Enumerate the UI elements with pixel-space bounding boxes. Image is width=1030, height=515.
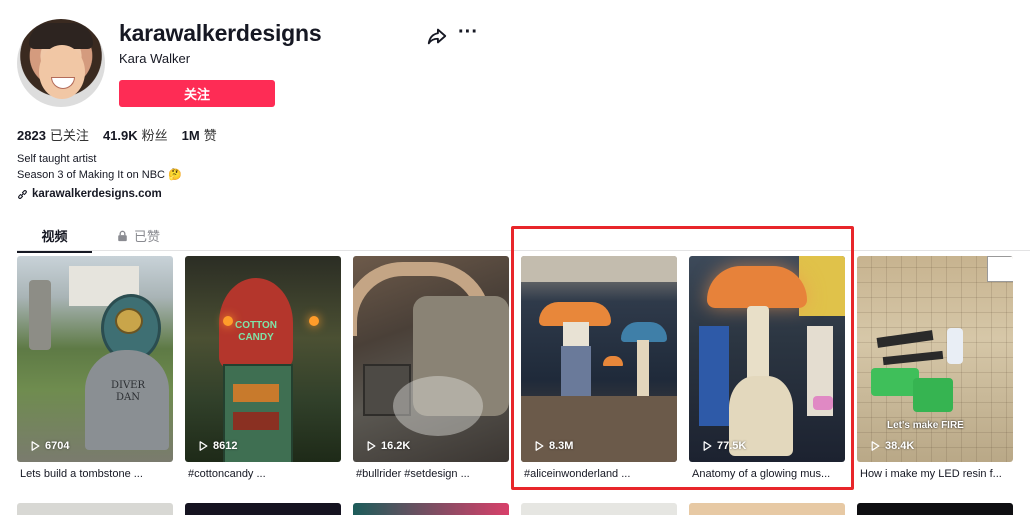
tab-liked-label: 已赞 <box>134 229 161 244</box>
view-count: 77.5K <box>703 440 746 452</box>
stat-likes-value: 1M <box>181 128 200 143</box>
view-count: 38.4K <box>871 440 914 452</box>
tab-liked[interactable]: 已赞 <box>117 226 160 245</box>
stat-following-value: 2823 <box>17 128 46 143</box>
video-caption[interactable]: #cottoncandy ... <box>188 468 338 480</box>
tab-videos[interactable]: 视频 <box>17 226 92 253</box>
bio-line-1: Self taught artist <box>17 153 97 165</box>
video-thumbnail-row2[interactable] <box>185 503 341 515</box>
more-options-icon[interactable]: ··· <box>457 22 479 47</box>
video-thumbnail[interactable]: Let's make FIRE <box>857 256 1013 462</box>
profile-tabs: 视频 已赞 <box>17 222 1030 253</box>
video-caption[interactable]: Anatomy of a glowing mus... <box>692 468 842 480</box>
play-icon <box>703 441 712 451</box>
thinking-emoji: 🤔 <box>168 169 182 181</box>
view-count: 6704 <box>31 440 69 452</box>
bio-line-2-text: Season 3 of Making It on NBC <box>17 169 165 181</box>
profile-bio: Self taught artist Season 3 of Making It… <box>17 151 182 183</box>
play-icon <box>31 441 40 451</box>
video-thumbnail-row2[interactable] <box>17 503 173 515</box>
stat-following-label: 已关注 <box>49 128 89 143</box>
view-count: 8.3M <box>535 440 573 452</box>
view-count-value: 16.2K <box>381 440 411 452</box>
video-thumbnail-row2[interactable] <box>689 503 845 515</box>
video-thumbnail-row2[interactable] <box>353 503 509 515</box>
view-count-value: 6704 <box>45 440 70 452</box>
video-caption[interactable]: Lets build a tombstone ... <box>20 468 170 480</box>
play-icon <box>199 441 208 451</box>
stat-followers-label: 粉丝 <box>141 128 168 143</box>
view-count-value: 8.3M <box>549 440 574 452</box>
view-count: 8612 <box>199 440 237 452</box>
view-count-value: 77.5K <box>717 440 747 452</box>
cotton-candy-sign: COTTON CANDY <box>234 320 278 343</box>
video-caption[interactable]: How i make my LED resin f... <box>860 468 1010 480</box>
share-icon[interactable] <box>426 25 448 47</box>
link-icon <box>18 189 27 199</box>
profile-nickname: Kara Walker <box>119 51 191 66</box>
play-icon <box>367 441 376 451</box>
video-caption[interactable]: #bullrider #setdesign ... <box>356 468 506 480</box>
view-count-value: 8612 <box>213 440 238 452</box>
tombstone-text: DIVER DAN <box>110 380 146 403</box>
video-thumbnail-row2[interactable] <box>857 503 1013 515</box>
resin-overlay-text: Let's make FIRE <box>887 420 964 431</box>
video-thumbnail[interactable]: DIVER DAN <box>17 256 173 462</box>
stat-likes: 1M 赞 <box>182 125 217 144</box>
view-count-value: 38.4K <box>885 440 915 452</box>
profile-stats: 2823 已关注 41.9K 粉丝 1M 赞 <box>17 125 217 144</box>
stat-followers[interactable]: 41.9K 粉丝 <box>103 125 168 144</box>
video-thumbnail[interactable]: COTTON CANDY <box>185 256 341 462</box>
bio-line-2: Season 3 of Making It on NBC 🤔 <box>17 167 182 183</box>
video-thumbnail[interactable] <box>689 256 845 462</box>
profile-link[interactable]: karawalkerdesigns.com <box>17 188 162 200</box>
stat-following[interactable]: 2823 已关注 <box>17 125 89 144</box>
video-caption[interactable]: #aliceinwonderland ... <box>524 468 674 480</box>
stat-followers-value: 41.9K <box>102 128 138 143</box>
stat-likes-label: 赞 <box>203 128 217 143</box>
play-icon <box>535 441 544 451</box>
play-icon <box>871 441 880 451</box>
profile-link-text: karawalkerdesigns.com <box>32 188 162 200</box>
view-count: 16.2K <box>367 440 410 452</box>
follow-button[interactable]: 关注 <box>119 80 275 107</box>
video-thumbnail[interactable] <box>521 256 677 462</box>
lock-icon <box>118 230 127 241</box>
profile-avatar[interactable] <box>17 19 105 107</box>
video-thumbnail-row2[interactable] <box>521 503 677 515</box>
video-thumbnail[interactable] <box>353 256 509 462</box>
profile-username: karawalkerdesigns <box>119 20 322 46</box>
